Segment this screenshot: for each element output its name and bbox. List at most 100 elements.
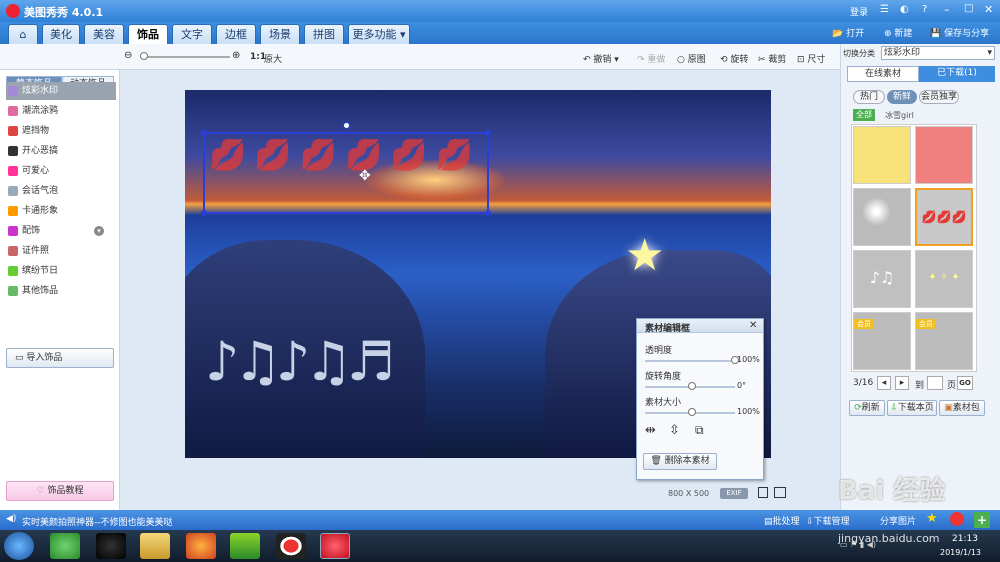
tab-beauty[interactable]: 美容 [84, 24, 124, 44]
zoom-slider-knob[interactable] [140, 52, 148, 60]
material-thumb-selected[interactable]: 💋💋💋 [915, 188, 973, 246]
taskbar-firefox-icon[interactable] [186, 533, 216, 559]
delete-material-button[interactable]: 🗑 删除本素材 [643, 453, 717, 470]
taskbar-explorer-icon[interactable] [140, 533, 170, 559]
category-item[interactable]: 卡通形象 [6, 202, 116, 220]
material-thumb[interactable]: ♪♫ [853, 250, 911, 308]
tab-online-materials[interactable]: 在线素材 [847, 66, 919, 82]
category-item[interactable]: 潮流涂鸦 [6, 102, 116, 120]
share-image-button[interactable]: 分享图片 [880, 514, 916, 527]
download-manager-button[interactable]: ⇩下载管理 [806, 514, 850, 527]
redo-button[interactable]: ↷ 重做 [637, 52, 665, 65]
resize-handle[interactable] [485, 130, 491, 136]
opacity-slider[interactable] [645, 360, 735, 362]
category-item[interactable]: 炫彩水印 [6, 82, 116, 100]
taskbar-media-icon[interactable] [230, 533, 260, 559]
filter-hot[interactable]: 热门 [853, 90, 885, 104]
taskbar-record-icon[interactable] [276, 533, 306, 559]
import-accessory-button[interactable]: ▭ 导入饰品 [6, 348, 114, 368]
minimize-icon[interactable]: – [944, 3, 950, 16]
restore-button[interactable]: ○ 原图 [677, 52, 706, 65]
category-item[interactable]: 开心恶搞 [6, 142, 116, 160]
new-button[interactable]: ⊕ 新建 [884, 26, 912, 39]
zoom-out-icon[interactable]: ⊖ [124, 50, 132, 61]
material-thumb-vip[interactable]: 会员 [853, 312, 911, 370]
clock-time[interactable]: 21:13 [952, 534, 978, 544]
tab-collage[interactable]: 拼图 [304, 24, 344, 44]
material-pack-button[interactable]: ▣素材包 [939, 400, 985, 416]
open-button[interactable]: 📂 打开 [832, 26, 864, 39]
category-item[interactable]: 会话气泡 [6, 182, 116, 200]
material-thumb[interactable] [915, 126, 973, 184]
tutorial-button[interactable]: ♡ 饰品教程 [6, 481, 114, 501]
category-item[interactable]: 可爱心 [6, 162, 116, 180]
flip-vertical-icon[interactable]: ⇳ [669, 423, 680, 438]
tab-frame[interactable]: 边框 [216, 24, 256, 44]
go-button[interactable]: GO [957, 376, 973, 390]
tab-downloaded[interactable]: 已下载(1) [919, 66, 995, 82]
tab-scene[interactable]: 场景 [260, 24, 300, 44]
move-cursor-icon[interactable]: ✥ [359, 168, 371, 184]
status-tip[interactable]: 实时美颜拍照神器--不修图也能美美哒 [22, 515, 173, 528]
save-share-button[interactable]: 💾 保存与分享 [930, 26, 989, 39]
tab-beautify[interactable]: 美化 [42, 24, 80, 44]
material-thumb[interactable]: ✦ ✧ ✦ [915, 250, 973, 308]
filter-all[interactable]: 全部 [853, 109, 875, 121]
tab-text[interactable]: 文字 [172, 24, 212, 44]
download-page-button[interactable]: ⇩下载本页 [887, 400, 937, 416]
original-size-button[interactable]: 原大 [264, 52, 282, 65]
close-icon[interactable]: ✕ [749, 320, 757, 331]
crop-button[interactable]: ✂ 裁剪 [758, 52, 786, 65]
category-select[interactable]: 炫彩水印 ▾ [881, 46, 995, 60]
rotate-button[interactable]: ⟲ 旋转 [720, 52, 748, 65]
batch-button[interactable]: ▤批处理 [764, 514, 800, 527]
close-icon[interactable]: ✕ [984, 3, 993, 16]
category-item[interactable]: 配饰 ▾ [6, 222, 116, 240]
skin-icon[interactable]: ◐ [900, 4, 909, 15]
resize-handle[interactable] [485, 210, 491, 216]
plus-icon[interactable]: + [974, 512, 990, 528]
exif-button[interactable]: EXIF [720, 488, 748, 499]
next-page-button[interactable]: ▸ [895, 376, 909, 390]
copy-layer-icon[interactable]: ⧉ [695, 423, 704, 438]
category-item[interactable]: 遮挡物 [6, 122, 116, 140]
start-button[interactable] [4, 532, 34, 560]
category-item[interactable]: 缤纷节日 [6, 262, 116, 280]
resize-handle[interactable] [201, 210, 207, 216]
material-thumb-vip[interactable]: 会员 [915, 312, 973, 370]
rotate-handle[interactable] [343, 122, 350, 129]
login-link[interactable]: 登录 [850, 5, 868, 18]
category-item[interactable]: 证件照 [6, 242, 116, 260]
resize-handle[interactable] [201, 130, 207, 136]
category-item[interactable]: 其他饰品 [6, 282, 116, 300]
taskbar-meitu-icon[interactable] [320, 533, 350, 559]
tab-more[interactable]: 更多功能 ▾ [348, 24, 410, 44]
flip-horizontal-icon[interactable]: ⇹ [645, 423, 656, 438]
maximize-icon[interactable]: □ [964, 3, 973, 14]
undo-button[interactable]: ↶ 撤销 ▾ [583, 52, 619, 65]
material-thumb[interactable] [853, 126, 911, 184]
star-icon[interactable]: ★ [926, 511, 938, 526]
material-thumb[interactable] [853, 188, 911, 246]
size-slider-knob[interactable] [688, 408, 696, 416]
filter-vip[interactable]: 会员独享 [919, 90, 959, 104]
taskbar-qq-icon[interactable] [96, 533, 126, 559]
resize-button[interactable]: ⊡ 尺寸 [797, 52, 825, 65]
menu-icon[interactable]: ☰ [880, 4, 889, 15]
tab-accessories[interactable]: 饰品 [128, 24, 168, 44]
zoom-slider[interactable] [140, 56, 230, 58]
home-tab[interactable]: ⌂ [8, 24, 38, 44]
compare-view-icon[interactable] [758, 487, 768, 498]
expand-icon[interactable]: ▾ [94, 226, 104, 236]
split-view-icon[interactable] [774, 487, 786, 498]
taskbar-app-360-icon[interactable] [50, 533, 80, 559]
zoom-in-icon[interactable]: ⊕ [232, 50, 240, 61]
weibo-icon[interactable] [950, 512, 964, 526]
clock-date[interactable]: 2019/1/13 [940, 548, 981, 557]
page-input[interactable] [927, 376, 943, 390]
rotation-slider-knob[interactable] [688, 382, 696, 390]
prev-page-button[interactable]: ◂ [877, 376, 891, 390]
help-icon[interactable]: ? [922, 4, 927, 15]
refresh-button[interactable]: ⟳刷新 [849, 400, 885, 416]
selection-box[interactable]: 💋💋💋💋💋💋 ✥ [201, 122, 491, 216]
